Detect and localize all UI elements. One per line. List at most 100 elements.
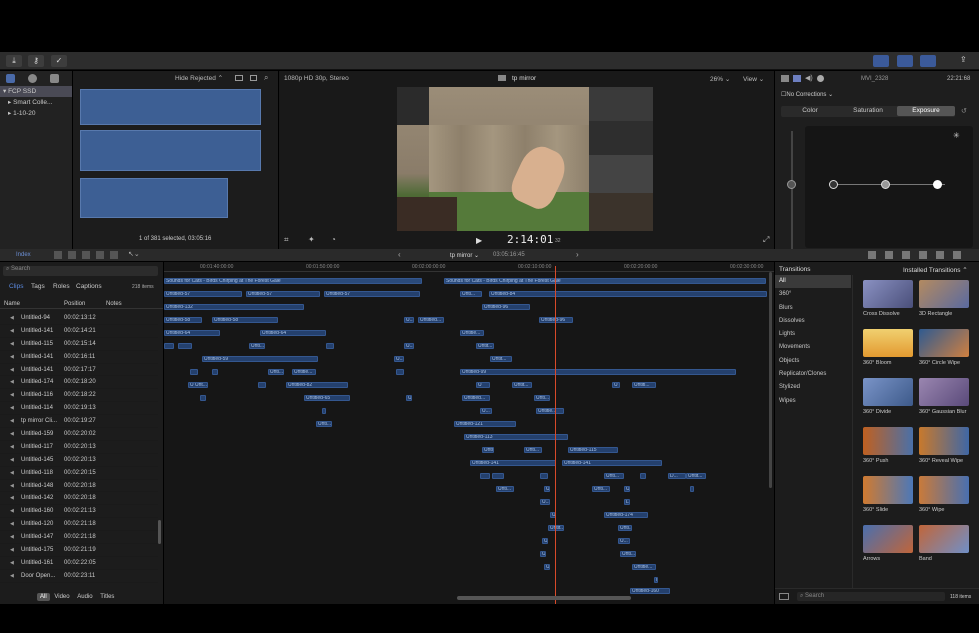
timeline-clip[interactable]: Untitled-115 — [568, 447, 618, 453]
tab-audio[interactable]: Audio — [74, 593, 95, 601]
timeline-scrollbar[interactable] — [457, 596, 631, 600]
timeline-clip[interactable]: Untit... — [686, 473, 706, 479]
filter-popup[interactable]: Hide Rejected ⌃ — [175, 74, 223, 82]
timeline-clip[interactable] — [690, 486, 694, 492]
timeline-clip[interactable]: U — [476, 382, 490, 388]
timeline-clip[interactable] — [164, 343, 174, 349]
timeline-clip[interactable]: Untitled-141 — [470, 460, 556, 466]
video-frame[interactable] — [397, 87, 653, 231]
tab-roles[interactable]: Roles — [53, 283, 70, 290]
inspector-toggle-icon[interactable] — [920, 55, 936, 67]
crop-icon[interactable]: ⌗ — [284, 235, 289, 245]
timeline-clip[interactable]: Untitle... — [460, 330, 484, 336]
timeline-clip[interactable]: Untitled-59 — [202, 356, 318, 362]
timeline-clip[interactable]: Untitled... — [462, 395, 490, 401]
playhead[interactable] — [555, 266, 556, 604]
timeline-clip[interactable]: Untitled-58 — [164, 317, 202, 323]
table-row[interactable]: ◀ Untitled-148 00:02:20:18 — [0, 480, 158, 493]
column-name[interactable]: Name — [4, 301, 20, 307]
table-row[interactable]: ◀ Untitled-141 00:02:17:17 — [0, 364, 158, 377]
timeline-controls-icon[interactable] — [868, 251, 968, 259]
table-row[interactable]: ◀ Untitled-147 00:02:21:18 — [0, 531, 158, 545]
share-icon[interactable]: ⇪ — [960, 55, 972, 67]
timeline-clip[interactable]: U... — [618, 538, 630, 544]
table-row[interactable]: ◀ Untitled-118 00:02:20:15 — [0, 467, 158, 480]
table-row[interactable]: ◀ Untitled-142 00:02:20:18 — [0, 492, 158, 506]
library-item-event[interactable]: ▸ 1-10-20 — [0, 108, 72, 119]
reset-icon[interactable]: ↺ — [961, 107, 967, 115]
forward-icon[interactable]: › — [576, 250, 579, 259]
library-icon[interactable] — [6, 74, 15, 83]
timeline-clip[interactable]: Untitled-121 — [454, 421, 516, 427]
table-row[interactable]: ◀ Untitled-120 00:02:21:18 — [0, 518, 158, 532]
transition-thumbnail[interactable] — [863, 427, 913, 455]
table-row[interactable]: ◀ Untitled-161 00:02:22:05 — [0, 557, 158, 570]
select-tool-icon[interactable]: ↖⌄ — [128, 250, 140, 258]
timeline-clip[interactable]: Untitled-57 — [164, 291, 242, 297]
timeline-clip[interactable] — [326, 343, 334, 349]
tab-clips[interactable]: Clips — [9, 283, 23, 290]
transition-category[interactable]: Objects — [775, 355, 851, 368]
timeline-clip[interactable]: Untit... — [548, 525, 564, 531]
library-item-smart-collections[interactable]: ▸ Smart Colle... — [0, 97, 72, 108]
timeline-clip[interactable]: Untit... — [512, 382, 532, 388]
tab-color[interactable]: Color — [781, 106, 839, 116]
timeline-clip[interactable]: Unti... — [249, 343, 265, 349]
midtones-puck[interactable] — [881, 180, 890, 189]
timeline-clip[interactable]: U... — [540, 499, 550, 505]
installed-transitions-popup[interactable]: Installed Transitions ⌃ — [903, 266, 968, 274]
timeline-clip[interactable]: Untitled-96 — [482, 304, 530, 310]
table-row[interactable]: ◀ Untitled-141 00:02:16:11 — [0, 351, 158, 364]
timeline-index-button[interactable]: Index — [16, 252, 31, 258]
transitions-search-input[interactable]: ⌕ Search — [797, 592, 945, 601]
timeline-clip[interactable]: L — [624, 499, 630, 505]
table-row[interactable]: ◀ Untitled-114 00:02:19:13 — [0, 402, 158, 416]
color-inspector-icon[interactable] — [793, 75, 801, 82]
highlights-puck[interactable] — [933, 180, 942, 189]
timeline-clip[interactable]: Untitled-96 — [539, 317, 573, 323]
tab-exposure[interactable]: Exposure — [897, 106, 955, 116]
timeline-clip[interactable]: Unti... — [604, 473, 624, 479]
titles-icon[interactable] — [50, 74, 59, 83]
timeline-clip[interactable]: Untitle... — [292, 369, 316, 375]
timeline-clip[interactable]: Untitled-99 — [460, 369, 736, 375]
timeline-clip[interactable]: Sounds for Cats - Birds Chirping at The … — [444, 278, 766, 284]
clip-thumbnail[interactable] — [80, 178, 228, 218]
timeline-clip[interactable]: Untitled-65 — [304, 395, 350, 401]
download-icon[interactable]: ⤓ — [6, 55, 22, 67]
transition-thumbnail[interactable] — [919, 427, 969, 455]
tab-all[interactable]: All — [37, 593, 50, 601]
timeline-clip[interactable]: Unti... — [592, 486, 610, 492]
transition-thumbnail[interactable] — [863, 329, 913, 357]
timeline-clip[interactable]: U... — [404, 317, 414, 323]
timeline-clip[interactable]: Unti... — [316, 421, 332, 427]
timeline-clip[interactable]: Untitle... — [632, 564, 656, 570]
timeline-clip[interactable]: U — [406, 395, 412, 401]
library-item-fcp-ssd[interactable]: ▾ FCP SSD — [0, 86, 72, 97]
zoom-popup[interactable]: 26% ⌄ — [710, 75, 730, 83]
transition-category[interactable]: 360° — [775, 288, 851, 301]
timeline-clip[interactable]: U — [624, 486, 630, 492]
table-row[interactable]: ◀ Untitled-159 00:02:20:02 — [0, 428, 158, 441]
transition-thumbnail[interactable] — [919, 280, 969, 308]
timeline-clip[interactable]: U... — [394, 356, 404, 362]
timeline-clip[interactable]: Untitle... — [536, 408, 564, 414]
tab-video[interactable]: Video — [51, 593, 72, 601]
transition-category[interactable]: Wipes — [775, 395, 851, 408]
timeline-clip[interactable]: Unti... — [618, 525, 632, 531]
timeline-clip[interactable]: Unti... — [620, 551, 636, 557]
info-icon[interactable] — [817, 75, 824, 82]
clip-thumbnail[interactable] — [80, 130, 261, 171]
transition-thumbnail[interactable] — [919, 476, 969, 504]
timeline-clip[interactable] — [190, 369, 198, 375]
timeline-clip[interactable]: Untit... — [476, 343, 494, 349]
transition-thumbnail[interactable] — [863, 525, 913, 553]
timeline-clip[interactable] — [396, 369, 404, 375]
timeline-clip[interactable]: Untitled-82 — [286, 382, 348, 388]
timeline-toggle-icon[interactable] — [897, 55, 913, 67]
timeline-clip[interactable]: Unti... — [524, 447, 542, 453]
table-row[interactable]: ◀ Untitled-115 00:02:15:14 — [0, 338, 158, 351]
timeline-clip[interactable]: Unti... — [268, 369, 284, 375]
tab-tags[interactable]: Tags — [31, 283, 45, 290]
transition-thumbnail[interactable] — [919, 378, 969, 406]
